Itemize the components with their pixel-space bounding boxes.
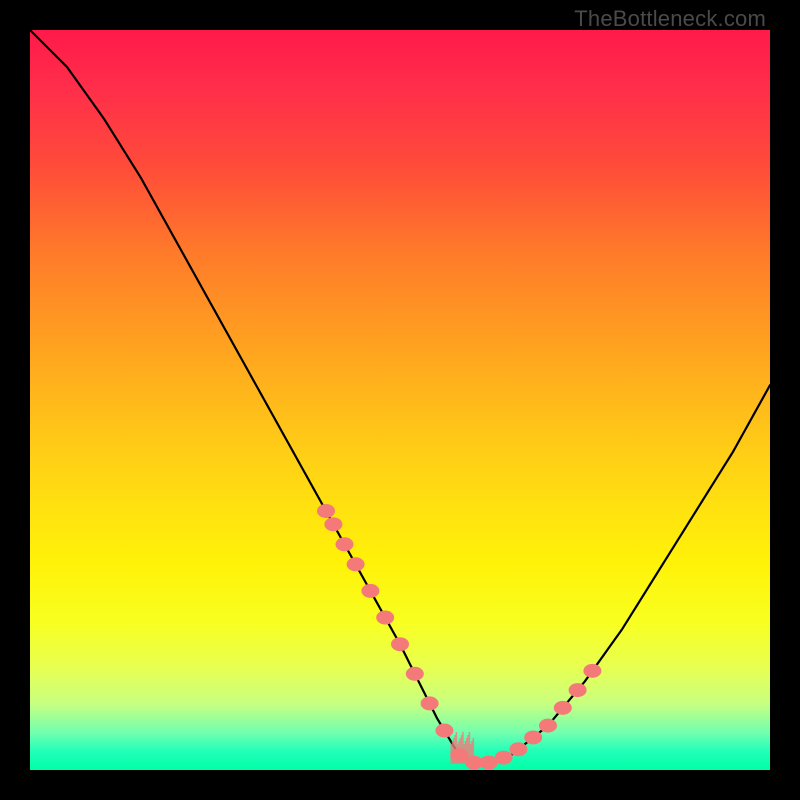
curve-dot xyxy=(435,724,453,738)
curve-dot xyxy=(509,742,527,756)
curve-dot xyxy=(361,584,379,598)
curve-dot xyxy=(391,637,409,651)
curve-dot xyxy=(347,557,365,571)
curve-dot xyxy=(554,701,572,715)
curve-dot xyxy=(421,696,439,710)
curve-dot xyxy=(406,667,424,681)
curve-dot xyxy=(336,537,354,551)
curve-dot xyxy=(539,719,557,733)
curve-dot xyxy=(376,611,394,625)
plot-area xyxy=(30,30,770,770)
curve-dot xyxy=(324,517,342,531)
curve-dot xyxy=(495,751,513,765)
curve-dots xyxy=(317,504,601,770)
curve-dot xyxy=(524,730,542,744)
bottleneck-curve xyxy=(30,30,770,763)
axis-ticks xyxy=(451,732,473,764)
chart-stage: TheBottleneck.com xyxy=(0,0,800,800)
curve-dot xyxy=(583,664,601,678)
curve-dot xyxy=(317,504,335,518)
curve-dot xyxy=(569,683,587,697)
curve-layer xyxy=(30,30,770,770)
watermark-text: TheBottleneck.com xyxy=(574,6,766,32)
